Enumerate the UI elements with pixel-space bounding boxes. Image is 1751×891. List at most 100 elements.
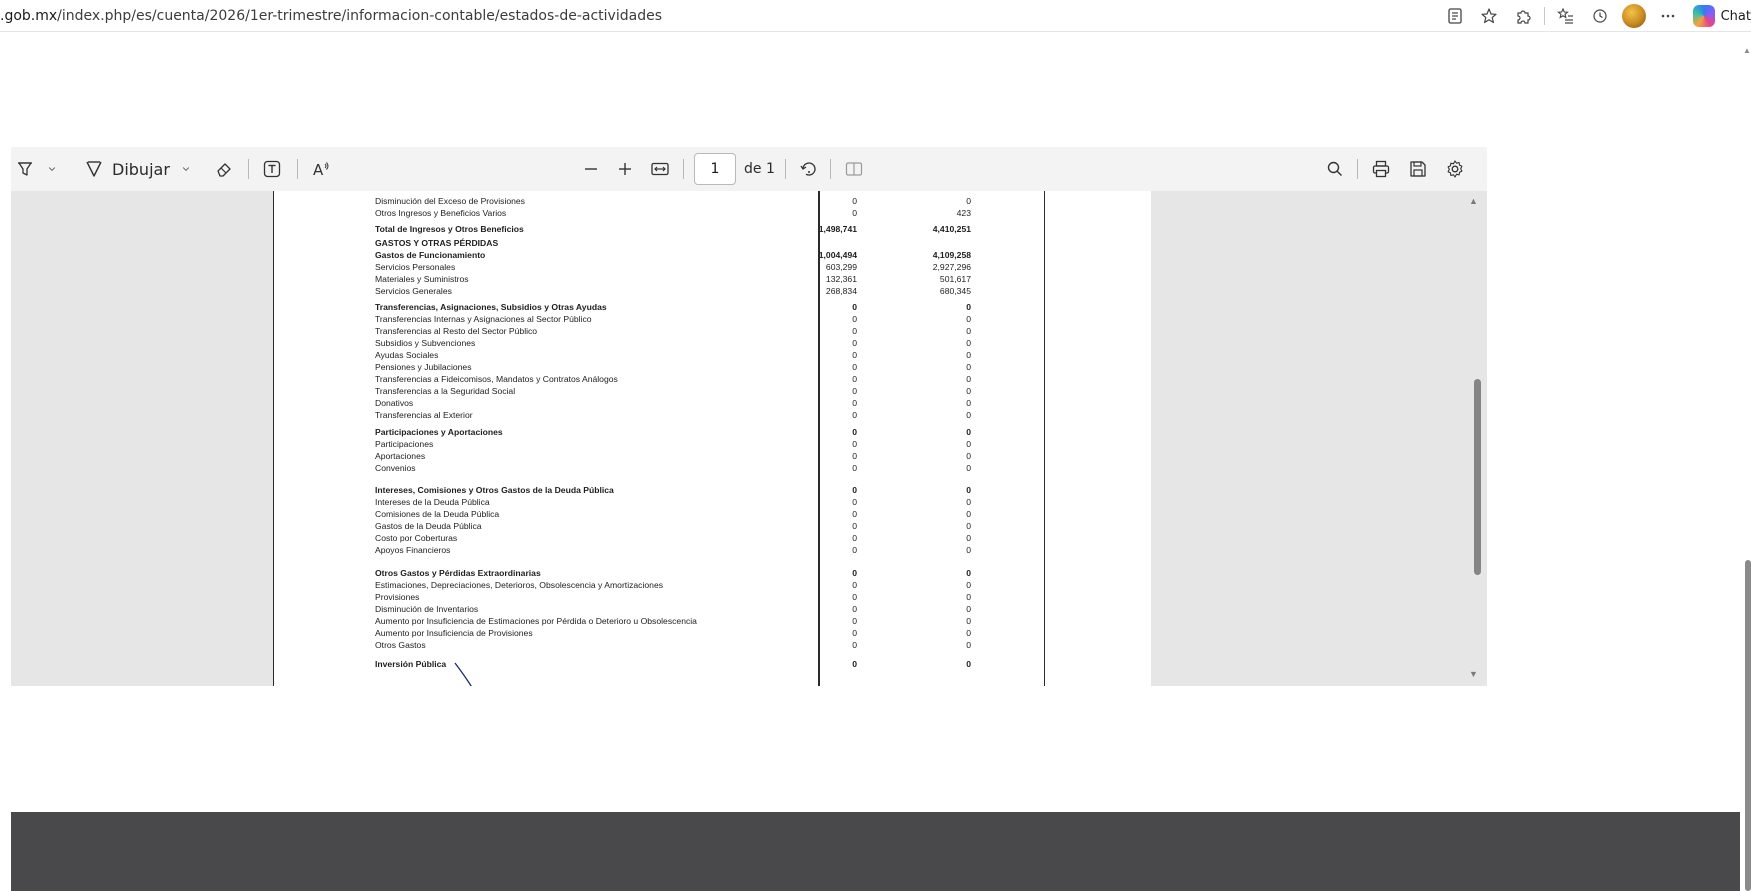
row-label: Participaciones y Aportaciones bbox=[375, 427, 503, 437]
profile-avatar-icon[interactable] bbox=[1621, 4, 1646, 28]
row-label: Provisiones bbox=[375, 592, 420, 602]
page-scrollbar-thumb[interactable] bbox=[1745, 560, 1751, 891]
extensions-icon[interactable] bbox=[1511, 4, 1535, 28]
save-icon bbox=[1410, 161, 1426, 177]
print-button[interactable] bbox=[1371, 147, 1391, 191]
chevron-down-icon bbox=[182, 167, 190, 172]
statement-row: Pensiones y Jubilaciones 0 0 bbox=[273, 361, 1151, 373]
row-label: Intereses de la Deuda Pública bbox=[375, 497, 490, 507]
row-label: Inversión Pública bbox=[375, 659, 447, 669]
row-value-period-2: 0 bbox=[966, 604, 971, 614]
statement-row: Otros Ingresos y Beneficios Varios 0 423 bbox=[273, 207, 1151, 219]
statement-row: Donativos 0 0 bbox=[273, 397, 1151, 409]
favorites-list-icon[interactable] bbox=[1554, 4, 1578, 28]
eraser-icon bbox=[217, 163, 231, 177]
settings-button[interactable] bbox=[1445, 147, 1465, 191]
page-number-input[interactable]: 1 bbox=[694, 153, 736, 185]
row-value-period-2: 0 bbox=[966, 640, 971, 650]
draw-tool-button[interactable]: Dibujar bbox=[84, 147, 170, 191]
favorite-star-icon[interactable] bbox=[1477, 4, 1501, 28]
copilot-icon bbox=[1692, 5, 1715, 27]
zoom-out-button[interactable] bbox=[581, 147, 601, 191]
more-menu-icon[interactable] bbox=[1656, 4, 1680, 28]
statement-row: Total de Ingresos y Otros Beneficios 1,49… bbox=[273, 223, 1151, 235]
row-value-period-2: 0 bbox=[966, 533, 971, 543]
row-value-period-1: 0 bbox=[852, 592, 857, 602]
url-field[interactable]: .gob.mx/index.php/es/cuenta/2026/1er-tri… bbox=[0, 8, 662, 24]
read-aloud-button[interactable]: A bbox=[311, 147, 331, 191]
toolbar-separator bbox=[248, 159, 249, 179]
row-value-period-1: 0 bbox=[852, 497, 857, 507]
row-value-period-1: 0 bbox=[852, 659, 857, 669]
page-view-button[interactable] bbox=[844, 147, 864, 191]
page-scroll-up-arrow[interactable]: ▲ bbox=[1743, 46, 1751, 55]
site-footer bbox=[11, 812, 1740, 891]
row-value-period-1: 0 bbox=[852, 398, 857, 408]
fit-width-button[interactable] bbox=[650, 147, 670, 191]
row-label: Aumento por Insuficiencia de Provisiones bbox=[375, 628, 533, 638]
row-value-period-1: 0 bbox=[852, 580, 857, 590]
plus-icon bbox=[619, 163, 631, 175]
row-value-period-1: 0 bbox=[852, 439, 857, 449]
row-value-period-2: 0 bbox=[966, 485, 971, 495]
row-label: Otros Gastos y Pérdidas Extraordinarias bbox=[375, 568, 541, 578]
statement-row: Estimaciones, Depreciaciones, Deterioros… bbox=[273, 579, 1151, 591]
gear-icon bbox=[1447, 160, 1463, 178]
erase-button[interactable] bbox=[214, 147, 234, 191]
save-button[interactable] bbox=[1408, 147, 1428, 191]
history-icon[interactable] bbox=[1588, 4, 1612, 28]
statement-row: Servicios Personales 603,299 2,927,296 bbox=[273, 261, 1151, 273]
row-value-period-1: 1,004,494 bbox=[818, 250, 857, 260]
read-aloud-icon: A bbox=[313, 161, 329, 179]
highlight-tool-button[interactable] bbox=[15, 147, 35, 191]
row-value-period-2: 0 bbox=[966, 314, 971, 324]
text-box-icon bbox=[263, 160, 281, 178]
statement-row: Provisiones 0 0 bbox=[273, 591, 1151, 603]
pdf-viewer-canvas[interactable]: Disminución del Exceso de Provisiones 0 0 O… bbox=[11, 191, 1487, 686]
search-button[interactable] bbox=[1325, 147, 1345, 191]
pdf-scroll-down-arrow[interactable]: ▼ bbox=[1469, 669, 1478, 679]
row-value-period-2: 0 bbox=[966, 628, 971, 638]
copilot-chat-button[interactable]: Chat bbox=[1692, 5, 1751, 27]
browser-toolbar-icons: Chat bbox=[1438, 4, 1751, 28]
statement-row: Materiales y Suministros 132,361 501,617 bbox=[273, 273, 1151, 285]
statement-row: Otros Gastos 0 0 bbox=[273, 639, 1151, 651]
statement-row: Disminución del Exceso de Provisiones 0 0 bbox=[273, 195, 1151, 207]
row-value-period-2: 0 bbox=[966, 521, 971, 531]
row-value-period-2: 0 bbox=[966, 659, 971, 669]
statement-row: Comisiones de la Deuda Pública 0 0 bbox=[273, 508, 1151, 520]
statement-row: Ayudas Sociales 0 0 bbox=[273, 349, 1151, 361]
row-label: Gastos de Funcionamiento bbox=[375, 250, 486, 260]
zoom-in-button[interactable] bbox=[615, 147, 635, 191]
row-label: Transferencias a Fideicomisos, Mandatos … bbox=[375, 374, 618, 384]
url-host: .gob.mx bbox=[0, 8, 58, 24]
row-label: Ayudas Sociales bbox=[375, 350, 439, 360]
statement-row: Gastos de la Deuda Pública 0 0 bbox=[273, 520, 1151, 532]
row-value-period-1: 268,834 bbox=[825, 286, 857, 296]
row-value-period-1: 0 bbox=[852, 374, 857, 384]
statement-row: Intereses, Comisiones y Otros Gastos de … bbox=[273, 484, 1151, 496]
row-value-period-2: 2,927,296 bbox=[932, 262, 971, 272]
statement-row: Convenios 0 0 bbox=[273, 462, 1151, 474]
reader-view-icon[interactable] bbox=[1443, 4, 1467, 28]
row-label: Transferencias Internas y Asignaciones a… bbox=[375, 314, 592, 324]
statement-row: Gastos de Funcionamiento 1,004,494 4,109,2… bbox=[273, 249, 1151, 261]
row-label: Transferencias a la Seguridad Social bbox=[375, 386, 516, 396]
pdf-scroll-up-arrow[interactable]: ▲ bbox=[1469, 196, 1478, 206]
row-label: Subsidios y Subvenciones bbox=[375, 338, 476, 348]
row-label: Convenios bbox=[375, 463, 416, 473]
add-text-button[interactable] bbox=[262, 147, 282, 191]
two-page-view-icon bbox=[845, 162, 863, 176]
row-value-period-2: 501,617 bbox=[939, 274, 971, 284]
row-value-period-2: 0 bbox=[966, 616, 971, 626]
statement-row: Transferencias Internas y Asignaciones a… bbox=[273, 313, 1151, 325]
highlighter-icon bbox=[18, 162, 32, 176]
svg-text:A: A bbox=[313, 161, 324, 179]
highlight-dropdown[interactable] bbox=[45, 147, 59, 191]
row-value-period-1: 0 bbox=[852, 338, 857, 348]
rotate-button[interactable] bbox=[799, 147, 819, 191]
pdf-toolbar: Dibujar A 1 de 1 bbox=[11, 147, 1487, 191]
row-value-period-1: 0 bbox=[852, 386, 857, 396]
draw-dropdown[interactable] bbox=[179, 147, 193, 191]
pdf-scrollbar-thumb[interactable] bbox=[1474, 379, 1481, 575]
